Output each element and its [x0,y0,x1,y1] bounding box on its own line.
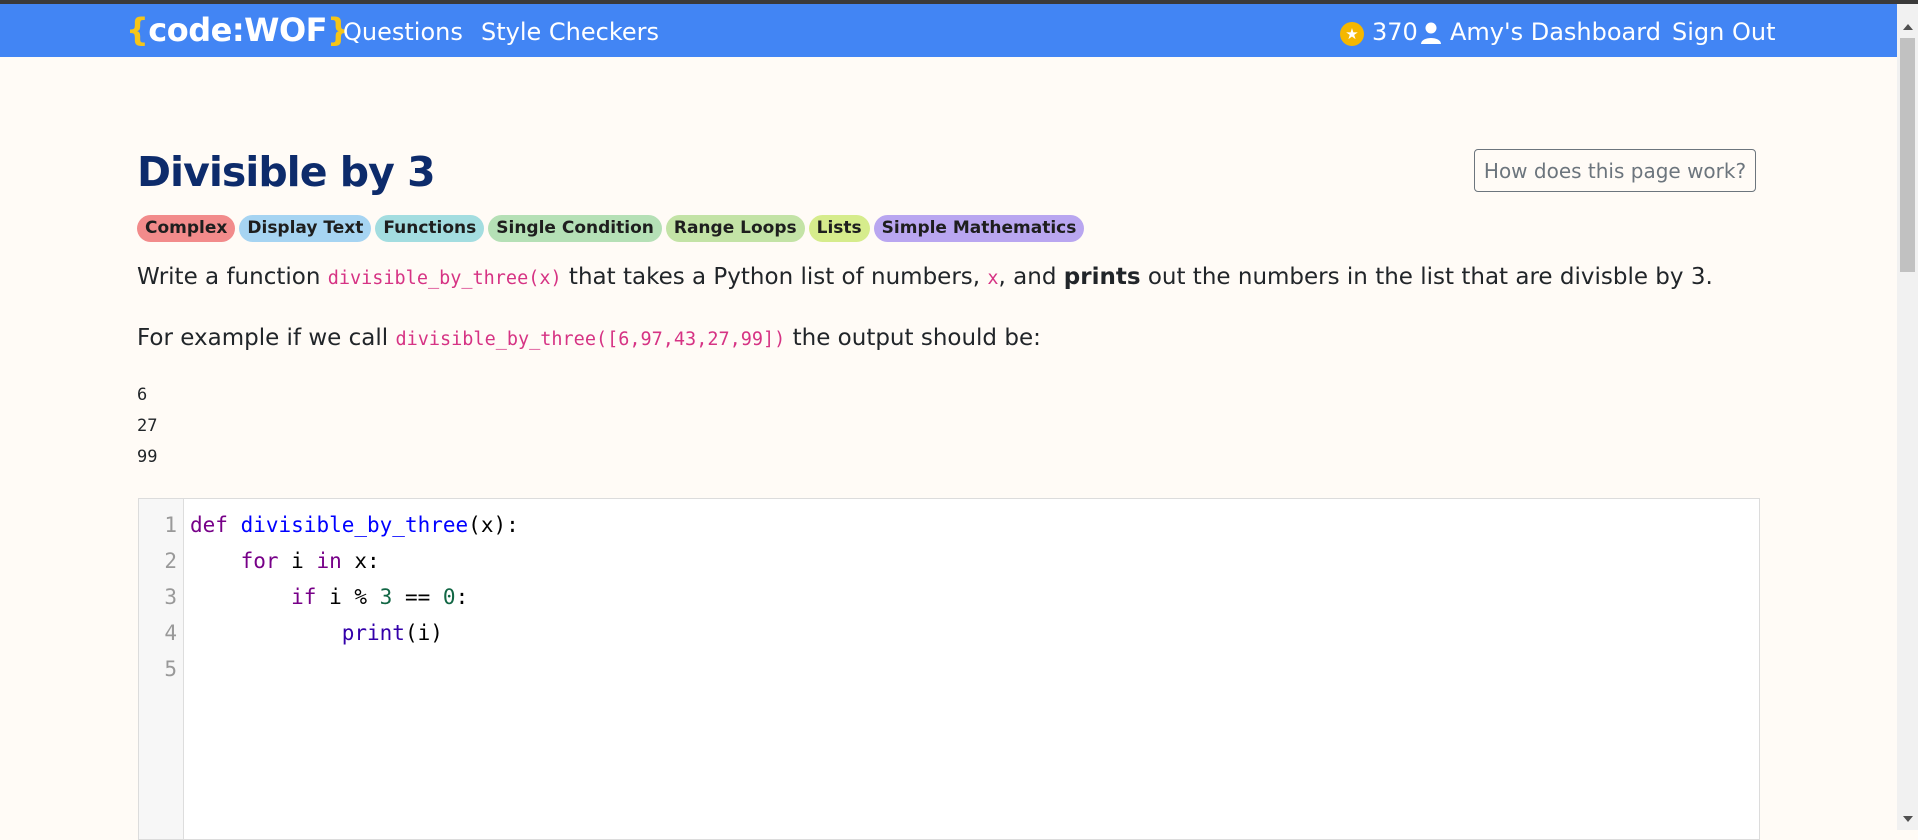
code-token: x: [341,549,380,573]
question-description: Write a function divisible_by_three(x) t… [137,261,1713,295]
desc-text: , and [998,264,1064,290]
code-token: i [278,549,317,573]
code-token: (i) [404,621,443,645]
code-token: == [392,585,443,609]
code-token: (x): [468,513,519,537]
nav-link-dashboard[interactable]: Amy's Dashboard [1450,17,1661,47]
page-scrollbar[interactable] [1897,4,1918,830]
example-call-code: divisible_by_three([6,97,43,27,99]) [395,329,786,350]
tag-badge: Display Text [239,215,372,242]
desc-text: For example if we call [137,325,396,351]
code-line[interactable]: def divisible_by_three(x): [190,511,519,539]
line-number: 5 [164,657,177,681]
tag-badge: Functions [375,215,485,242]
code-token: in [316,549,342,573]
nav-link-style-checkers[interactable]: Style Checkers [481,17,659,47]
desc-text: the output should be: [785,325,1041,351]
expected-output-line: 99 [137,447,158,467]
code-token: def [190,513,228,537]
code-token: if [291,585,317,609]
code-token: : [455,585,469,609]
code-token: for [240,549,279,573]
tag-badge: Complex [137,215,236,242]
function-signature-code: divisible_by_three(x) [327,268,562,289]
line-number: 3 [164,585,177,609]
navbar: {code:WOF} Questions Style Checkers ★ 37… [0,4,1897,57]
brand-name: code:WOF [148,11,327,49]
code-line[interactable]: print(i) [190,619,443,647]
help-button[interactable]: How does this page work? [1474,149,1756,192]
points-count: 370 [1372,18,1418,46]
tag-badge: Lists [808,215,870,242]
desc-text: out the numbers in the list that are div… [1140,264,1713,290]
user-icon [1421,22,1441,44]
expected-output-line: 27 [137,416,158,436]
line-number: 2 [164,549,177,573]
code-editor[interactable]: 1 2 3 4 5 def divisible_by_three(x): for i i… [138,498,1760,840]
param-code: x [987,268,999,289]
code-line[interactable]: if i % 3 == 0: [190,583,468,611]
scroll-up-arrow-icon[interactable] [1903,24,1913,30]
code-token: 3 [379,585,393,609]
scroll-thumb[interactable] [1900,38,1915,272]
star-icon: ★ [1340,22,1364,46]
tag-badge: Single Condition [488,215,662,242]
code-line[interactable]: for i in x: [190,547,380,575]
line-number: 4 [164,621,177,645]
tag-badge: Simple Mathematics [873,215,1085,242]
expected-output-line: 6 [137,385,148,405]
desc-bold-text: prints [1063,264,1141,290]
line-number: 1 [164,513,177,537]
nav-link-sign-out[interactable]: Sign Out [1672,17,1776,47]
brand-left-brace: { [126,11,149,49]
code-token: divisible_by_three [240,513,469,537]
line-number-gutter: 1 2 3 4 5 [139,499,184,839]
page-title: Divisible by 3 [137,148,436,196]
brand-logo[interactable]: {code:WOF} [126,10,350,50]
tag-badge: Range Loops [665,215,805,242]
desc-text: Write a function [137,264,328,290]
desc-text: that takes a Python list of numbers, [561,264,988,290]
nav-link-questions[interactable]: Questions [343,17,463,47]
code-token: 0 [442,585,456,609]
scroll-down-arrow-icon[interactable] [1903,816,1913,822]
code-token: i % [316,585,380,609]
example-description: For example if we call divisible_by_thre… [137,322,1041,356]
tag-list: Complex Display Text Functions Single Condi… [137,215,1088,242]
code-token: print [341,621,405,645]
